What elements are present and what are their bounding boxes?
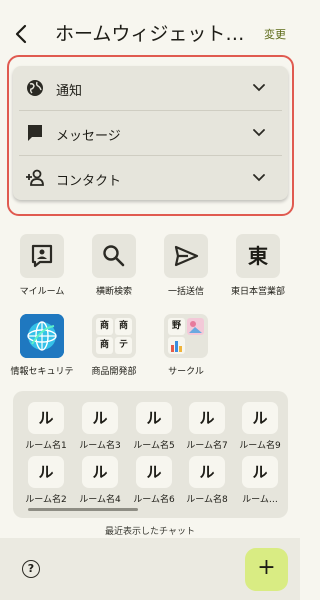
chevron-down-icon — [253, 174, 265, 182]
mini-glyph: テ — [115, 337, 132, 354]
shortcut-broadcast[interactable]: 一括送信 — [149, 234, 223, 297]
chevron-down-icon — [253, 129, 265, 137]
room-item[interactable]: ル ルーム名1 — [19, 402, 73, 451]
security-globe-icon — [20, 314, 64, 358]
shortcut-circle[interactable]: 野 サークル — [149, 314, 223, 377]
mini-glyph: 商 — [115, 318, 132, 335]
room-item[interactable]: ル ルーム名9 — [233, 402, 287, 451]
shortcut-label: マイルーム — [19, 287, 65, 297]
shortcut-label: サークル — [168, 367, 204, 377]
tile-glyph: 東 — [248, 244, 268, 268]
shortcut-icon-box — [92, 234, 136, 278]
flag-message-icon — [28, 125, 42, 141]
room-avatar: ル — [189, 402, 225, 434]
mini-glyph: 商 — [96, 318, 113, 335]
room-avatar: ル — [28, 402, 64, 434]
chevron-down-icon — [253, 84, 265, 92]
shortcut-label: 一括送信 — [167, 287, 204, 297]
room-avatar: ル — [242, 402, 278, 434]
category-contacts[interactable]: コンタクト — [13, 156, 288, 200]
room-item[interactable]: ル ルーム名5 — [127, 402, 181, 451]
shortcut-icon-box — [20, 314, 64, 358]
room-name: ルーム名2 — [25, 495, 67, 505]
room-name: ルーム名7 — [186, 441, 228, 451]
send-icon — [174, 245, 199, 267]
search-icon — [103, 245, 125, 267]
recent-chats-label: 最近表示したチャット — [105, 527, 195, 537]
bar-chart-icon — [168, 337, 185, 354]
shortcut-label: 東日本営業部 — [230, 287, 285, 297]
room-item[interactable]: ル ルーム… — [233, 456, 287, 505]
shortcut-product-dev[interactable]: 商 商 商 テ 商品開発部 — [77, 314, 151, 377]
horizontal-scrollbar-thumb[interactable] — [28, 508, 138, 511]
bottom-bar: ? + — [0, 538, 300, 600]
room-item[interactable]: ル ルーム名6 — [127, 456, 181, 505]
room-name: ルーム名6 — [133, 495, 175, 505]
recent-rooms-panel[interactable]: ル ルーム名1 ル ルーム名3 ル ルーム名5 ル ルーム名7 ル ルーム名9 … — [13, 391, 288, 518]
shortcut-icon-box: 商 商 商 テ — [92, 314, 136, 358]
shortcut-label: 横断検索 — [95, 287, 132, 297]
room-avatar: ル — [242, 456, 278, 488]
shortcut-icon-box — [164, 234, 208, 278]
room-name: ルーム名1 — [25, 441, 67, 451]
shortcut-icon-box: 東 — [236, 234, 280, 278]
room-item[interactable]: ル ルーム名3 — [73, 402, 127, 451]
room-avatar: ル — [136, 402, 172, 434]
add-widget-button[interactable]: + — [245, 548, 288, 591]
shortcut-info-security[interactable]: 情報セキュリテ — [5, 314, 79, 377]
room-avatar: ル — [189, 456, 225, 488]
mini-glyph: 野 — [168, 318, 185, 335]
shortcut-my-room[interactable]: マイルーム — [5, 234, 79, 297]
room-item[interactable]: ル ルーム名7 — [180, 402, 234, 451]
category-label: メッセージ — [56, 129, 121, 144]
room-avatar: ル — [28, 456, 64, 488]
help-icon[interactable]: ? — [22, 560, 40, 578]
room-item[interactable]: ル ルーム名8 — [180, 456, 234, 505]
room-name: ルーム名4 — [79, 495, 121, 505]
globe-icon — [27, 80, 43, 96]
room-item[interactable]: ル ルーム名2 — [19, 456, 73, 505]
add-person-icon — [26, 169, 44, 186]
shortcut-icon-box — [20, 234, 64, 278]
shortcut-label: 情報セキュリテ — [10, 367, 74, 377]
shortcut-icon-box: 野 — [164, 314, 208, 358]
back-arrow-icon[interactable] — [11, 23, 33, 45]
room-name: ルーム名3 — [79, 441, 121, 451]
category-messages[interactable]: メッセージ — [13, 111, 288, 155]
page-title: ホームウィジェット… — [55, 23, 245, 45]
mini-glyph: 商 — [96, 337, 113, 354]
room-item[interactable]: ル ルーム名4 — [73, 456, 127, 505]
room-name: ルーム名8 — [186, 495, 228, 505]
photo-thumbnail-icon — [187, 318, 204, 335]
shortcut-east-japan-sales[interactable]: 東 東日本営業部 — [221, 234, 295, 297]
room-avatar: ル — [82, 456, 118, 488]
room-avatar: ル — [136, 456, 172, 488]
category-notifications[interactable]: 通知 — [13, 66, 288, 110]
room-name: ルーム… — [242, 495, 278, 505]
room-avatar: ル — [82, 402, 118, 434]
category-label: 通知 — [56, 84, 83, 99]
category-card: 通知 メッセージ コンタクト — [13, 66, 288, 200]
shortcut-label: 商品開発部 — [91, 367, 137, 377]
room-name: ルーム名9 — [239, 441, 281, 451]
edit-button[interactable]: 変更 — [264, 26, 286, 42]
plus-icon: + — [257, 555, 276, 580]
shortcut-search[interactable]: 横断検索 — [77, 234, 151, 297]
my-room-icon — [31, 244, 53, 268]
room-name: ルーム名5 — [133, 441, 175, 451]
category-label: コンタクト — [56, 174, 122, 189]
